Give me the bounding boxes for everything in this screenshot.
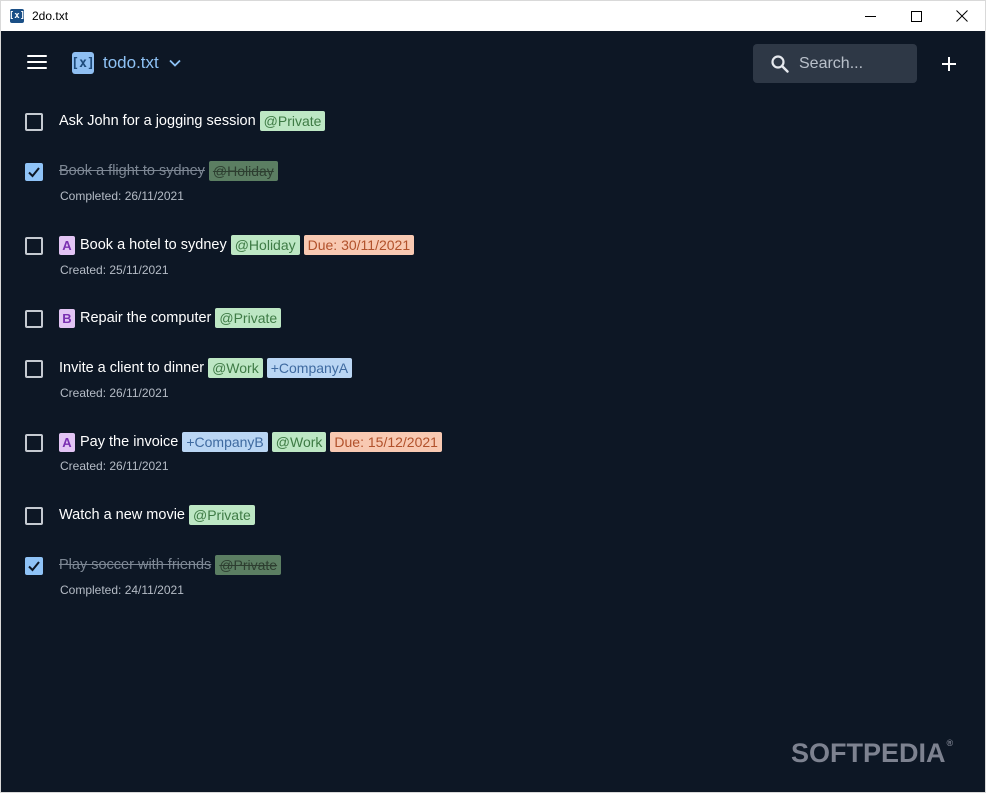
add-task-button[interactable] bbox=[939, 54, 959, 74]
priority-badge: A bbox=[59, 235, 75, 255]
menu-button[interactable] bbox=[27, 55, 47, 71]
task-created-date: Created: 26/11/2021 bbox=[60, 459, 169, 473]
window-title: 2do.txt bbox=[32, 9, 69, 23]
minimize-button[interactable] bbox=[847, 1, 893, 31]
task-checkbox[interactable] bbox=[25, 310, 43, 328]
task-line[interactable]: Watch a new movie @Private bbox=[59, 505, 255, 525]
app-main: [x] todo.txt Ask John for a jogging sess… bbox=[1, 31, 985, 792]
context-tag[interactable]: @Holiday bbox=[230, 235, 300, 255]
maximize-icon bbox=[910, 10, 922, 22]
task-line[interactable]: A Pay the invoice +CompanyB @Work Due: 1… bbox=[59, 432, 442, 452]
task-text: Play soccer with friends bbox=[59, 557, 212, 573]
task-text: Book a flight to sydney bbox=[59, 163, 205, 179]
close-button[interactable] bbox=[939, 1, 985, 31]
task-line[interactable]: Book a flight to sydney @Holiday bbox=[59, 161, 278, 181]
project-tag[interactable]: +CompanyA bbox=[266, 358, 353, 378]
task-line[interactable]: Play soccer with friends @Private bbox=[59, 555, 282, 575]
task-checkbox[interactable] bbox=[25, 113, 43, 131]
priority-badge: A bbox=[59, 432, 75, 452]
checkmark-icon bbox=[28, 167, 40, 178]
task-text: Invite a client to dinner bbox=[59, 360, 205, 376]
due-date-tag: Due: 15/12/2021 bbox=[330, 432, 442, 452]
task-line[interactable]: B Repair the computer @Private bbox=[59, 308, 282, 328]
search-box[interactable] bbox=[753, 44, 917, 83]
context-tag[interactable]: @Private bbox=[188, 505, 255, 525]
task-checkbox[interactable] bbox=[25, 237, 43, 255]
plus-icon bbox=[942, 57, 956, 71]
task-line[interactable]: Invite a client to dinner @Work +Company… bbox=[59, 358, 353, 378]
maximize-button[interactable] bbox=[893, 1, 939, 31]
context-tag[interactable]: @Holiday bbox=[208, 161, 278, 181]
minimize-icon bbox=[864, 15, 876, 17]
task-checkbox-checked[interactable] bbox=[25, 557, 43, 575]
window-controls bbox=[847, 1, 985, 31]
context-tag[interactable]: @Work bbox=[271, 432, 327, 452]
app-icon: [x] bbox=[8, 9, 26, 23]
search-input[interactable] bbox=[799, 54, 909, 73]
chevron-down-icon bbox=[169, 59, 181, 67]
task-checkbox[interactable] bbox=[25, 434, 43, 452]
context-tag[interactable]: @Private bbox=[215, 555, 282, 575]
softpedia-watermark: SOFTPEDIA® bbox=[791, 738, 954, 768]
task-completed-date: Completed: 24/11/2021 bbox=[60, 583, 184, 597]
context-tag[interactable]: @Private bbox=[215, 308, 282, 328]
task-created-date: Created: 26/11/2021 bbox=[60, 386, 169, 400]
task-text: Ask John for a jogging session bbox=[59, 113, 256, 129]
hamburger-icon bbox=[27, 55, 47, 57]
window-titlebar[interactable]: [x] 2do.txt bbox=[0, 0, 986, 31]
task-text: Watch a new movie bbox=[59, 507, 185, 523]
task-line[interactable]: A Book a hotel to sydney @Holiday Due: 3… bbox=[59, 235, 415, 255]
context-tag[interactable]: @Work bbox=[208, 358, 263, 378]
checkmark-icon bbox=[28, 561, 40, 572]
context-tag[interactable]: @Private bbox=[259, 111, 326, 131]
todo-list-icon: [x] bbox=[71, 52, 95, 74]
task-checkbox[interactable] bbox=[25, 507, 43, 525]
task-checkbox[interactable] bbox=[25, 360, 43, 378]
task-text: Book a hotel to sydney bbox=[80, 237, 227, 253]
task-line[interactable]: Ask John for a jogging session @Private bbox=[59, 111, 326, 131]
due-date-tag: Due: 30/11/2021 bbox=[303, 235, 415, 255]
close-icon bbox=[956, 10, 968, 22]
task-text: Pay the invoice bbox=[80, 434, 179, 450]
list-selector[interactable]: [x] todo.txt bbox=[71, 51, 181, 75]
task-checkbox-checked[interactable] bbox=[25, 163, 43, 181]
task-created-date: Created: 25/11/2021 bbox=[60, 263, 169, 277]
task-text: Repair the computer bbox=[80, 310, 212, 326]
project-tag[interactable]: +CompanyB bbox=[182, 432, 268, 452]
list-name: todo.txt bbox=[103, 53, 159, 72]
priority-badge: B bbox=[59, 308, 75, 328]
search-icon bbox=[771, 54, 789, 73]
task-completed-date: Completed: 26/11/2021 bbox=[60, 189, 184, 203]
